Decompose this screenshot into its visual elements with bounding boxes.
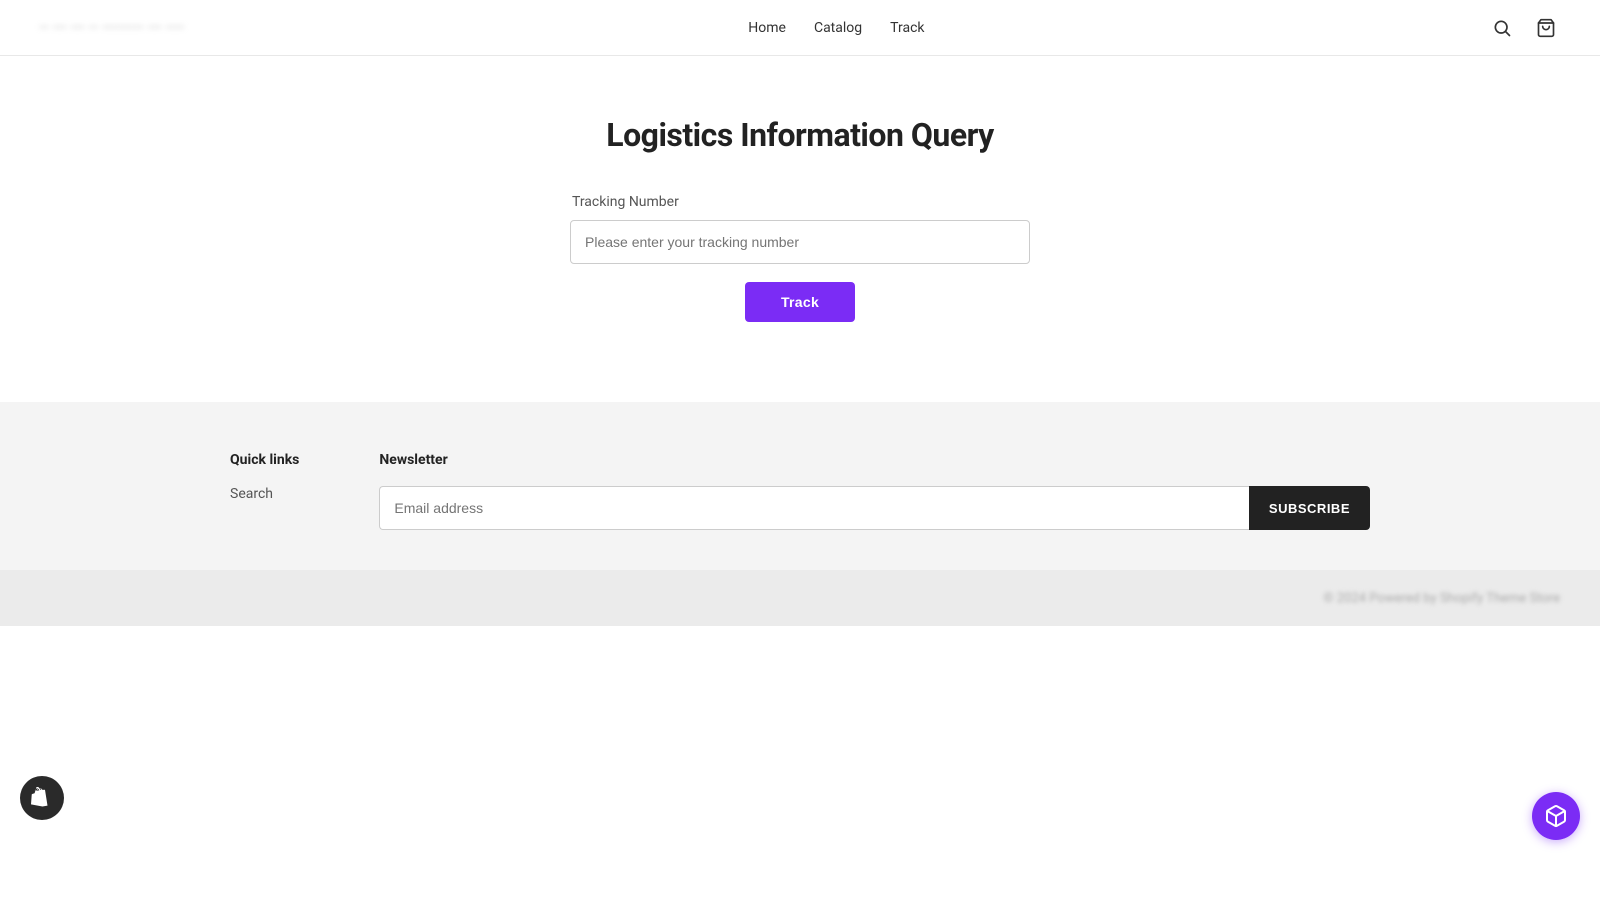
floating-box-button[interactable] xyxy=(1532,792,1580,840)
track-button[interactable]: Track xyxy=(745,282,855,322)
subscribe-button[interactable]: SUBSCRIBE xyxy=(1249,486,1370,530)
site-logo: -- --- --- -- --------- --- ---- xyxy=(40,20,185,35)
site-footer: Quick links Search Newsletter SUBSCRIBE xyxy=(0,402,1600,570)
box-icon xyxy=(1544,804,1568,828)
tracking-section: Tracking Number Track xyxy=(570,194,1030,322)
search-icon xyxy=(1492,18,1512,38)
footer-bottom: © 2024 Powered by Shopify Theme Store xyxy=(0,570,1600,626)
search-button[interactable] xyxy=(1488,14,1516,42)
newsletter-form: SUBSCRIBE xyxy=(379,486,1370,530)
tracking-label: Tracking Number xyxy=(570,194,679,210)
main-content: Logistics Information Query Tracking Num… xyxy=(0,56,1600,402)
tracking-input[interactable] xyxy=(570,220,1030,264)
footer-search-link[interactable]: Search xyxy=(230,486,299,502)
quick-links-section: Quick links Search xyxy=(230,452,299,530)
quick-links-heading: Quick links xyxy=(230,452,299,468)
newsletter-section: Newsletter SUBSCRIBE xyxy=(379,452,1370,530)
nav-catalog[interactable]: Catalog xyxy=(814,20,862,36)
email-input[interactable] xyxy=(379,486,1249,530)
main-nav: Home Catalog Track xyxy=(748,20,924,36)
nav-home[interactable]: Home xyxy=(748,20,786,36)
site-header: -- --- --- -- --------- --- ---- Home Ca… xyxy=(0,0,1600,56)
header-icons xyxy=(1488,14,1560,42)
cart-button[interactable] xyxy=(1532,14,1560,42)
page-title: Logistics Information Query xyxy=(606,116,993,154)
nav-track[interactable]: Track xyxy=(890,20,924,36)
copyright-text: © 2024 Powered by Shopify Theme Store xyxy=(1323,591,1560,606)
shopify-button[interactable] xyxy=(20,776,64,820)
footer-links: Search xyxy=(230,486,299,502)
cart-icon xyxy=(1536,18,1556,38)
newsletter-heading: Newsletter xyxy=(379,452,1370,468)
shopify-icon xyxy=(31,787,53,809)
footer-content: Quick links Search Newsletter SUBSCRIBE xyxy=(230,452,1370,530)
